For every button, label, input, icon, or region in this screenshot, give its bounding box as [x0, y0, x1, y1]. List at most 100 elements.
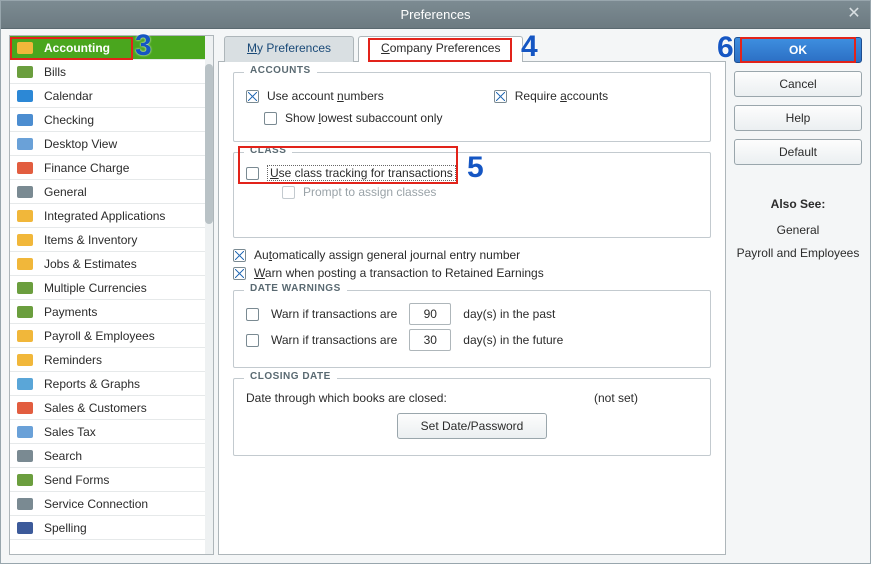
close-icon[interactable]: ✕ [844, 5, 864, 25]
sidebar-item-icon [14, 111, 36, 129]
sidebar-item-label: Items & Inventory [44, 233, 137, 247]
also-see: Also See: General Payroll and Employees [734, 197, 862, 269]
tab-label: Company Preferences [381, 41, 500, 55]
sidebar-item-sales-customers[interactable]: Sales & Customers [10, 396, 205, 420]
sidebar-item-payments[interactable]: Payments [10, 300, 205, 324]
button-cancel[interactable]: Cancel [734, 71, 862, 97]
preferences-window: Preferences ✕ Accounting Bills Calendar Che… [0, 0, 871, 564]
window-title: Preferences [400, 7, 470, 22]
titlebar: Preferences ✕ [1, 1, 870, 29]
sidebar-item-label: Integrated Applications [44, 209, 165, 223]
checkbox-warn-future[interactable] [246, 334, 259, 347]
checkbox-warn-retained[interactable] [233, 267, 246, 280]
sidebar-item-calendar[interactable]: Calendar [10, 84, 205, 108]
sidebar-item-checking[interactable]: Checking [10, 108, 205, 132]
sidebar-scrollbar[interactable] [205, 36, 213, 554]
tab-my-preferences[interactable]: My Preferences [224, 36, 354, 62]
group-accounts: ACCOUNTS Use account numbers Require acc… [233, 72, 711, 142]
sidebar-item-icon [14, 279, 36, 297]
label-closing-date: Date through which books are closed: [246, 391, 447, 405]
sidebar-item-label: Payroll & Employees [44, 329, 155, 343]
checkbox-use-account-numbers[interactable] [246, 90, 259, 103]
sidebar-item-label: Send Forms [44, 473, 109, 487]
sidebar-item-label: Jobs & Estimates [44, 257, 137, 271]
label-show-lowest[interactable]: Show lowest subaccount only [285, 111, 442, 125]
sidebar-item-reports-graphs[interactable]: Reports & Graphs [10, 372, 205, 396]
sidebar-item-icon [14, 327, 36, 345]
value-closing-date: (not set) [594, 391, 638, 405]
label-class-tracking[interactable]: Use class tracking for transactions [267, 165, 456, 181]
button-ok[interactable]: OK [734, 37, 862, 63]
sidebar-item-label: Bills [44, 65, 66, 79]
sidebar-scroll-thumb[interactable] [205, 64, 213, 224]
label-warn-past-before[interactable]: Warn if transactions are [271, 307, 397, 321]
sidebar-item-icon [14, 519, 36, 537]
sidebar-item-spelling[interactable]: Spelling [10, 516, 205, 540]
label-warn-past-after: day(s) in the past [463, 307, 555, 321]
checkbox-auto-journal[interactable] [233, 249, 246, 262]
sidebar-item-icon [14, 207, 36, 225]
sidebar-item-bills[interactable]: Bills [10, 60, 205, 84]
group-class: CLASS Use class tracking for transaction… [233, 152, 711, 238]
tabs: My Preferences Company Preferences [224, 35, 726, 61]
sidebar-item-reminders[interactable]: Reminders [10, 348, 205, 372]
also-see-item[interactable]: General [734, 223, 862, 238]
sidebar-item-accounting[interactable]: Accounting [10, 36, 205, 60]
input-days-future[interactable]: 30 [409, 329, 451, 351]
sidebar-item-icon [14, 231, 36, 249]
sidebar-item-label: Accounting [44, 41, 110, 55]
checkbox-class-tracking[interactable] [246, 167, 259, 180]
tab-company-preferences[interactable]: Company Preferences [358, 36, 523, 62]
sidebar-item-sales-tax[interactable]: Sales Tax [10, 420, 205, 444]
sidebar-item-label: Desktop View [44, 137, 117, 151]
sidebar-item-icon [14, 135, 36, 153]
content-area: My Preferences Company Preferences ACCOU… [218, 35, 730, 555]
label-require-accounts[interactable]: Require accounts [515, 89, 608, 103]
sidebar-item-send-forms[interactable]: Send Forms [10, 468, 205, 492]
sidebar-item-label: Reports & Graphs [44, 377, 140, 391]
sidebar-item-icon [14, 495, 36, 513]
preferences-panel: ACCOUNTS Use account numbers Require acc… [218, 61, 726, 555]
checkbox-require-accounts[interactable] [494, 90, 507, 103]
sidebar-item-label: Search [44, 449, 82, 463]
sidebar-item-icon [14, 87, 36, 105]
sidebar-item-icon [14, 255, 36, 273]
button-help[interactable]: Help [734, 105, 862, 131]
label-prompt-classes: Prompt to assign classes [303, 185, 436, 199]
sidebar-item-service-connection[interactable]: Service Connection [10, 492, 205, 516]
sidebar-item-label: Reminders [44, 353, 102, 367]
sidebar-item-icon [14, 447, 36, 465]
sidebar-item-integrated-applications[interactable]: Integrated Applications [10, 204, 205, 228]
sidebar-item-payroll-employees[interactable]: Payroll & Employees [10, 324, 205, 348]
sidebar-item-multiple-currencies[interactable]: Multiple Currencies [10, 276, 205, 300]
sidebar-item-icon [14, 399, 36, 417]
sidebar-item-jobs-estimates[interactable]: Jobs & Estimates [10, 252, 205, 276]
right-column: OK Cancel Help Default Also See: General… [734, 35, 862, 555]
tab-label: My Preferences [247, 41, 331, 55]
sidebar-item-icon [14, 63, 36, 81]
button-set-date-password[interactable]: Set Date/Password [397, 413, 547, 439]
label-warn-future-before[interactable]: Warn if transactions are [271, 333, 397, 347]
label-warn-retained[interactable]: Warn when posting a transaction to Retai… [254, 266, 544, 280]
sidebar-item-desktop-view[interactable]: Desktop View [10, 132, 205, 156]
sidebar-item-search[interactable]: Search [10, 444, 205, 468]
input-days-past[interactable]: 90 [409, 303, 451, 325]
sidebar-item-label: General [44, 185, 87, 199]
sidebar-item-label: Service Connection [44, 497, 148, 511]
button-default[interactable]: Default [734, 139, 862, 165]
sidebar-item-label: Checking [44, 113, 94, 127]
label-warn-future-after: day(s) in the future [463, 333, 563, 347]
sidebar-item-finance-charge[interactable]: Finance Charge [10, 156, 205, 180]
sidebar-item-icon [14, 183, 36, 201]
group-closing-date: CLOSING DATE Date through which books ar… [233, 378, 711, 456]
sidebar: Accounting Bills Calendar Checking Desktop V… [9, 35, 214, 555]
label-use-account-numbers[interactable]: Use account numbers [267, 89, 384, 103]
sidebar-item-items-inventory[interactable]: Items & Inventory [10, 228, 205, 252]
sidebar-item-general[interactable]: General [10, 180, 205, 204]
sidebar-item-label: Calendar [44, 89, 93, 103]
checkbox-warn-past[interactable] [246, 308, 259, 321]
also-see-item[interactable]: Payroll and Employees [734, 246, 862, 261]
group-title: CLOSING DATE [244, 371, 337, 382]
checkbox-show-lowest[interactable] [264, 112, 277, 125]
label-auto-journal[interactable]: Automatically assign general journal ent… [254, 248, 520, 262]
